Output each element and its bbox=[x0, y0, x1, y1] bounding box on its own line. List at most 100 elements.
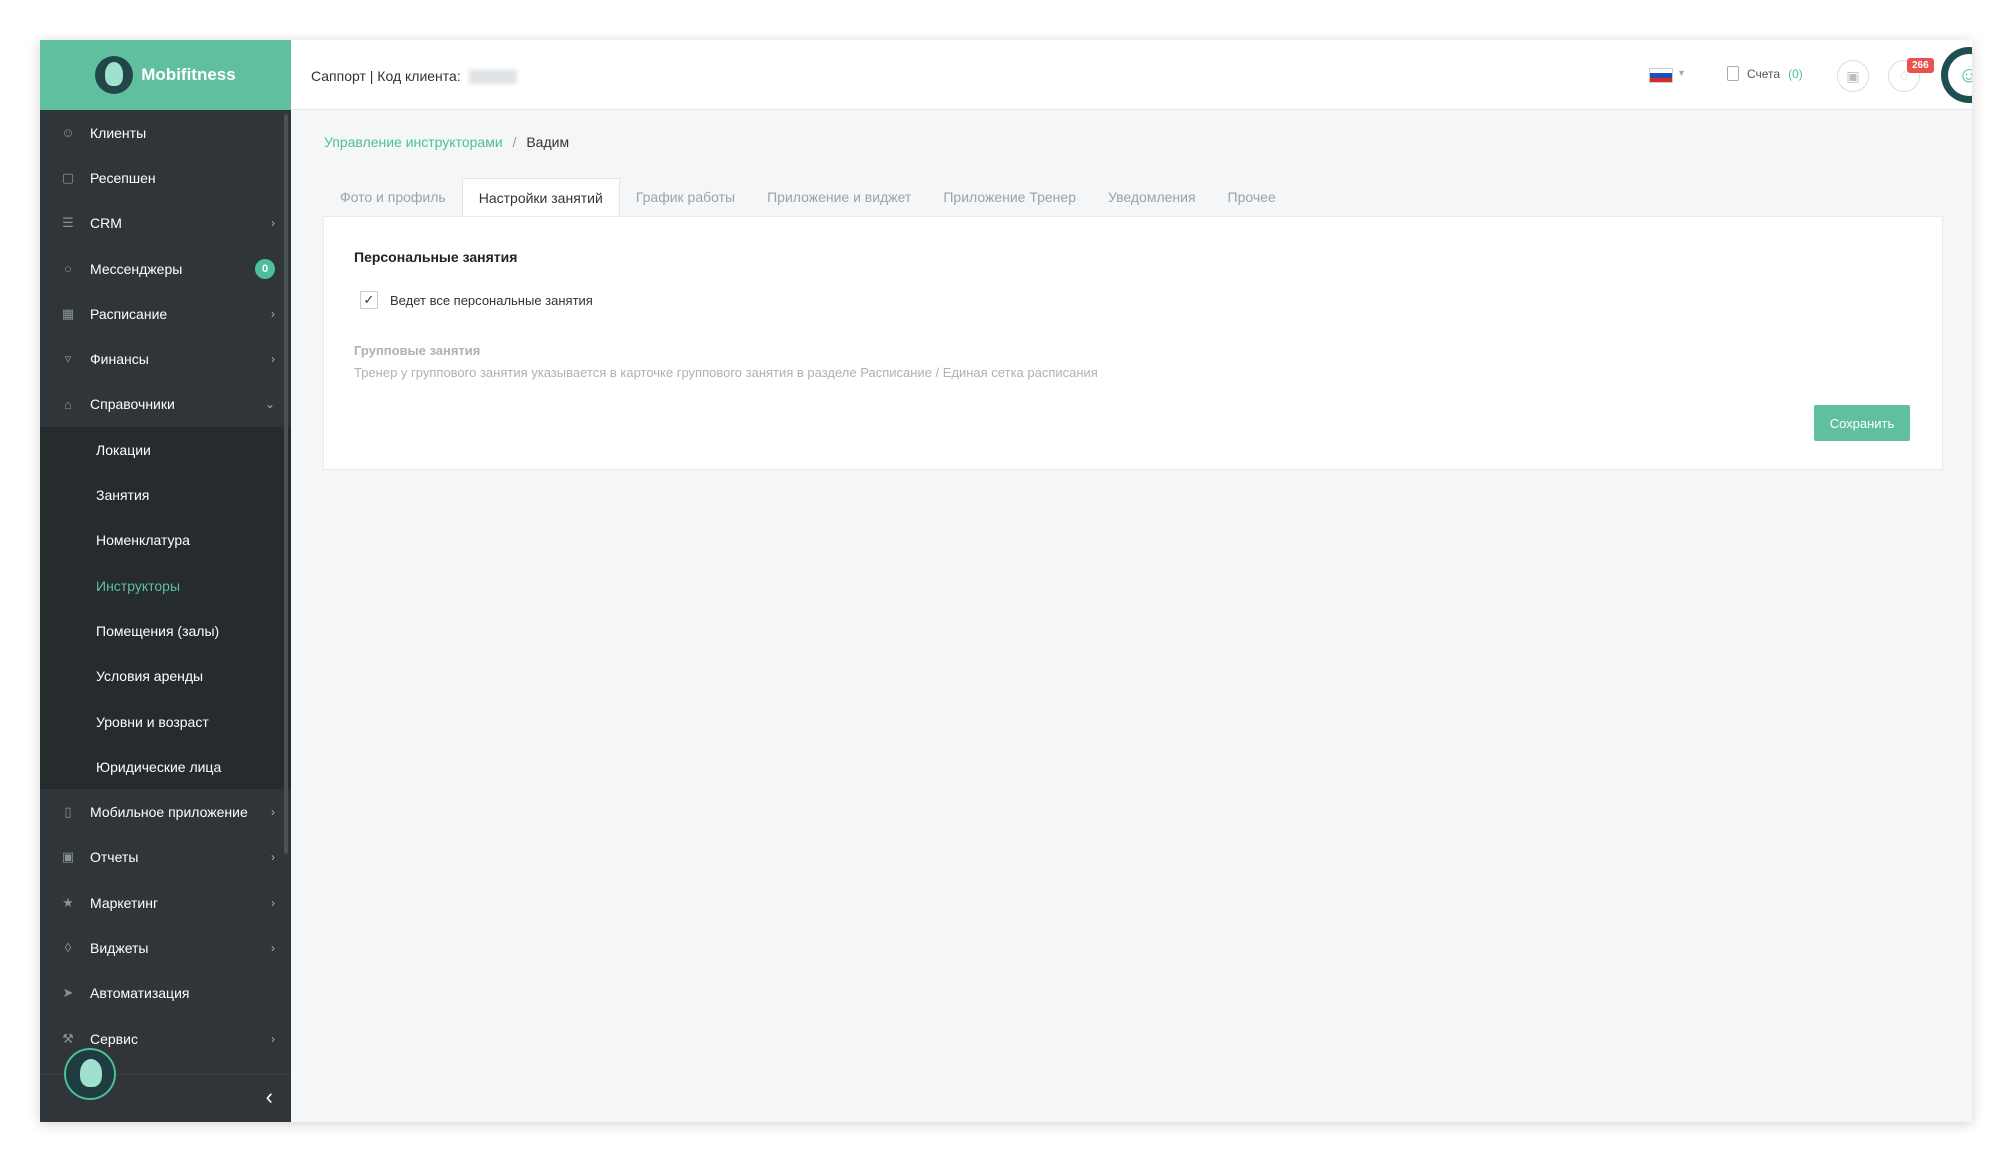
class-settings-panel: Персональные занятия ✓ Ведет все персона… bbox=[323, 216, 1943, 470]
sidebar-item-label: Мобильное приложение bbox=[90, 804, 248, 821]
tab-app-widget[interactable]: Приложение и виджет bbox=[751, 178, 927, 216]
user-avatar-icon: ☺ bbox=[1948, 54, 1972, 96]
chevron-right-icon: › bbox=[271, 352, 275, 367]
sidebar-subitem-instructors[interactable]: Инструкторы bbox=[40, 563, 291, 608]
sidebar-item-schedule[interactable]: ▦ Расписание › bbox=[40, 291, 291, 336]
list-icon: ☰ bbox=[62, 215, 74, 231]
collapse-sidebar-icon[interactable]: ‹ bbox=[266, 1084, 273, 1110]
sidebar-item-reports[interactable]: ▣ Отчеты › bbox=[40, 835, 291, 880]
app-window: Mobifitness ☺ Клиенты ▢ Ресепшен ☰ CRM ›… bbox=[40, 40, 1972, 1122]
chevron-right-icon: › bbox=[271, 805, 275, 820]
brand-logo-icon bbox=[95, 56, 134, 94]
sidebar-subitem-levels-age[interactable]: Уровни и возраст bbox=[40, 699, 291, 744]
sidebar-item-crm[interactable]: ☰ CRM › bbox=[40, 201, 291, 246]
clipboard-icon: ▢ bbox=[61, 169, 75, 185]
all-personal-classes-option[interactable]: ✓ Ведет все персональные занятия bbox=[360, 291, 593, 309]
wrench-icon: ⚒ bbox=[62, 1030, 74, 1046]
sidebar-menu: ☺ Клиенты ▢ Ресепшен ☰ CRM › ○ Мессендже… bbox=[40, 110, 291, 427]
sidebar-item-mobile-app[interactable]: ▯ Мобильное приложение › bbox=[40, 789, 291, 834]
tab-work-schedule[interactable]: График работы bbox=[620, 178, 751, 216]
tab-class-settings[interactable]: Настройки занятий bbox=[461, 178, 620, 216]
document-icon bbox=[1727, 66, 1739, 81]
sidebar-subitem-legal-entities[interactable]: Юридические лица bbox=[40, 744, 291, 789]
sidebar-item-label: Клиенты bbox=[90, 124, 147, 141]
notifications-badge: 266 bbox=[1907, 58, 1934, 73]
sidebar-item-label: CRM bbox=[90, 215, 122, 232]
sidebar-item-label: Отчеты bbox=[90, 849, 139, 866]
tab-notifications[interactable]: Уведомления bbox=[1092, 178, 1212, 216]
references-submenu: Локации Занятия Номенклатура Инструкторы… bbox=[40, 427, 291, 790]
chevron-down-icon[interactable]: ▼ bbox=[1677, 68, 1686, 78]
home-icon: ⌂ bbox=[64, 396, 72, 412]
rocket-icon: ➤ bbox=[62, 985, 74, 1001]
chat-icon: ○ bbox=[64, 261, 72, 277]
tab-trainer-app[interactable]: Приложение Тренер bbox=[927, 178, 1092, 216]
group-classes-description: Тренер у группового занятия указывается … bbox=[354, 365, 1098, 380]
tab-photo-profile[interactable]: Фото и профиль bbox=[324, 178, 462, 216]
sidebar-subitem-rent-terms[interactable]: Условия аренды bbox=[40, 654, 291, 699]
client-code-redacted bbox=[468, 70, 517, 85]
sidebar-item-label: Финансы bbox=[90, 351, 149, 368]
main-content: Управление инструкторами / Вадим Фото и … bbox=[291, 110, 1972, 1122]
breadcrumb: Управление инструкторами / Вадим bbox=[324, 134, 569, 150]
language-flag-icon[interactable] bbox=[1649, 68, 1673, 83]
mobile-icon: ▯ bbox=[64, 804, 72, 820]
sidebar-item-label: Виджеты bbox=[90, 939, 149, 956]
sidebar-item-label: Мессенджеры bbox=[90, 260, 183, 277]
sidebar-item-messengers[interactable]: ○ Мессенджеры 0 bbox=[40, 246, 291, 291]
sidebar-item-label: Автоматизация bbox=[90, 985, 190, 1002]
sidebar-item-label: Расписание bbox=[90, 305, 168, 322]
checkbox-label: Ведет все персональные занятия bbox=[390, 292, 593, 308]
chevron-right-icon: › bbox=[271, 940, 275, 955]
sidebar-item-widgets[interactable]: ◊ Виджеты › bbox=[40, 925, 291, 970]
tag-icon: ◊ bbox=[64, 940, 72, 956]
sidebar-item-clients[interactable]: ☺ Клиенты bbox=[40, 110, 291, 155]
chevron-down-icon: ⌄ bbox=[264, 397, 275, 412]
breadcrumb-link-instructors[interactable]: Управление инструкторами bbox=[324, 134, 503, 150]
sidebar-item-label: Маркетинг bbox=[90, 894, 159, 911]
sidebar-subitem-rooms[interactable]: Помещения (залы) bbox=[40, 608, 291, 653]
chevron-right-icon: › bbox=[271, 1031, 275, 1046]
breadcrumb-separator: / bbox=[512, 134, 517, 150]
megaphone-icon: ★ bbox=[62, 894, 74, 910]
brand-header[interactable]: Mobifitness bbox=[40, 40, 291, 110]
sidebar-item-label: Сервис bbox=[90, 1030, 138, 1047]
sidebar-item-reception[interactable]: ▢ Ресепшен bbox=[40, 155, 291, 200]
breadcrumb-current: Вадим bbox=[526, 134, 570, 150]
brand-name: Mobifitness bbox=[141, 65, 236, 84]
invoices-count: (0) bbox=[1788, 66, 1803, 81]
sidebar-scrollbar[interactable] bbox=[284, 114, 288, 854]
support-text: Саппорт | Код клиента: bbox=[311, 68, 461, 84]
mascot-icon bbox=[64, 1048, 116, 1100]
sidebar-item-label: Ресепшен bbox=[90, 169, 156, 186]
group-classes-title: Групповые занятия bbox=[354, 343, 481, 358]
chevron-right-icon: › bbox=[271, 895, 275, 910]
calendar-icon[interactable]: ▣ bbox=[1837, 60, 1869, 92]
sidebar-menu-lower: ▯ Мобильное приложение › ▣ Отчеты › ★ Ма… bbox=[40, 789, 291, 1061]
chevron-right-icon: › bbox=[271, 306, 275, 321]
sidebar-item-finance[interactable]: ▿ Финансы › bbox=[40, 336, 291, 381]
invoices-label: Счета bbox=[1747, 66, 1781, 81]
report-icon: ▣ bbox=[61, 849, 75, 865]
top-header: Саппорт | Код клиента: ▼ Счета (0) ▣ ♢ 2… bbox=[291, 40, 1972, 110]
chevron-right-icon: › bbox=[271, 850, 275, 865]
sidebar-subitem-nomenclature[interactable]: Номенклатура bbox=[40, 518, 291, 563]
sidebar-subitem-locations[interactable]: Локации bbox=[40, 427, 291, 472]
sidebar-item-automation[interactable]: ➤ Автоматизация bbox=[40, 971, 291, 1016]
messengers-count-badge: 0 bbox=[255, 258, 275, 279]
all-personal-classes-checkbox[interactable]: ✓ bbox=[360, 291, 378, 309]
user-icon: ☺ bbox=[61, 125, 75, 141]
invoices-link[interactable]: Счета (0) bbox=[1727, 66, 1803, 81]
sidebar-item-label: Справочники bbox=[90, 396, 175, 413]
cart-icon: ▿ bbox=[64, 351, 72, 367]
save-button[interactable]: Сохранить bbox=[1814, 405, 1910, 441]
sidebar-item-marketing[interactable]: ★ Маркетинг › bbox=[40, 880, 291, 925]
sidebar-item-references[interactable]: ⌂ Справочники ⌄ bbox=[40, 382, 291, 427]
tabs-bar: Фото и профиль Настройки занятий График … bbox=[324, 178, 1292, 216]
sidebar: Mobifitness ☺ Клиенты ▢ Ресепшен ☰ CRM ›… bbox=[40, 40, 291, 1122]
avatar[interactable]: ☺ bbox=[1941, 47, 1972, 103]
calendar-icon: ▦ bbox=[61, 305, 75, 321]
sidebar-subitem-classes[interactable]: Занятия bbox=[40, 472, 291, 517]
support-client-code: Саппорт | Код клиента: bbox=[311, 68, 517, 85]
tab-other[interactable]: Прочее bbox=[1212, 178, 1292, 216]
